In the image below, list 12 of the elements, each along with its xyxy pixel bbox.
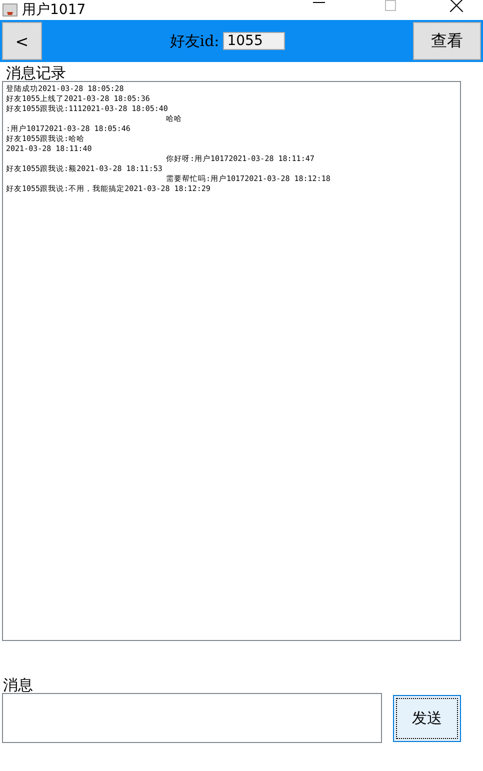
app-icon [2,3,18,17]
message-label: 消息 [2,677,34,693]
friend-id-field[interactable]: 1055 [223,32,286,50]
close-icon[interactable] [450,0,463,12]
friend-id-label: 好友id: [170,32,220,50]
back-button[interactable]: < [2,22,42,60]
view-button[interactable]: 查看 [412,22,481,60]
log-label: 消息记录 [5,63,67,81]
window-title: 用户1017 [22,2,87,18]
message-input[interactable] [2,693,382,743]
minimize-icon[interactable] [313,2,325,4]
send-button[interactable]: 发送 [393,694,461,742]
